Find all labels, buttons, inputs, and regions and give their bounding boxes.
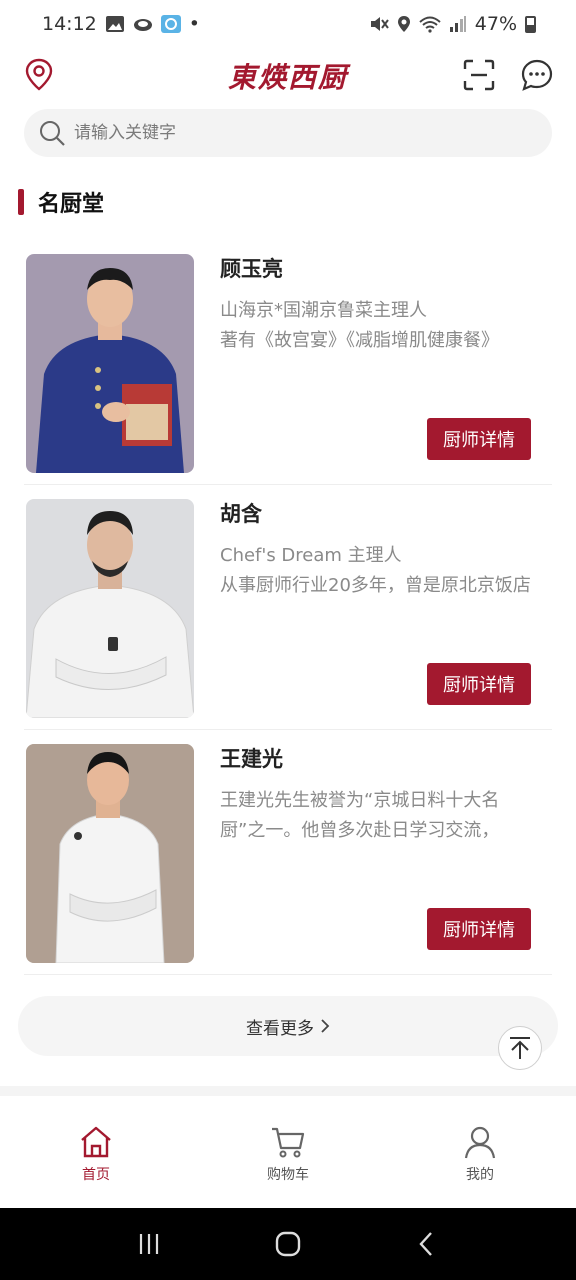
chevron-right-icon <box>321 1019 330 1033</box>
recent-apps-icon[interactable] <box>133 1228 165 1260</box>
chef-info: 王建光 王建光先生被誉为“京城日料十大名厨”之一。他曾多次赴日学习交流， <box>220 744 536 846</box>
section-title: 名厨堂 <box>38 192 105 217</box>
cloud-icon <box>133 19 152 31</box>
home-button-icon[interactable] <box>272 1228 304 1260</box>
arrow-up-icon <box>510 1037 530 1059</box>
nav-home[interactable]: 首页 <box>0 1096 192 1208</box>
status-bar: 14:12 • 47% <box>0 0 576 48</box>
chef-description: 著有《故宫宴》《减脂增肌健康餐》 <box>220 330 499 351</box>
chef-card[interactable]: 顾玉亮 山海京*国潮京鲁菜主理人 著有《故宫宴》《减脂增肌健康餐》 厨师详情 <box>24 240 552 485</box>
chef-name: 王建光 <box>220 747 283 771</box>
status-time: 14:12 <box>42 13 97 35</box>
section-header: 名厨堂 <box>18 186 104 218</box>
back-to-top-button[interactable] <box>498 1026 542 1070</box>
chef-name: 顾玉亮 <box>220 257 283 281</box>
chef-detail-button[interactable]: 厨师详情 <box>427 418 531 460</box>
gallery-icon <box>105 16 124 32</box>
chef-photo[interactable] <box>26 744 194 963</box>
chef-card[interactable]: 胡含 Chef's Dream 主理人 从事厨师行业20多年，曾是原北京饭店 厨… <box>24 485 552 730</box>
app-header: 東煐西厨 <box>0 52 576 98</box>
chef-info: 顾玉亮 山海京*国潮京鲁菜主理人 著有《故宫宴》《减脂增肌健康餐》 <box>220 254 536 356</box>
signal-icon <box>449 16 466 32</box>
section-accent-bar <box>18 189 24 215</box>
bottom-nav: 首页 购物车 我的 <box>0 1096 576 1208</box>
nav-profile[interactable]: 我的 <box>384 1096 576 1208</box>
chef-description: 王建光先生被誉为“京城日料十大名厨”之一。他曾多次赴日学习交流， <box>220 790 500 841</box>
divider <box>0 1086 576 1096</box>
location-icon <box>397 16 410 32</box>
nav-profile-label: 我的 <box>466 1167 494 1183</box>
chef-detail-button[interactable]: 厨师详情 <box>427 663 531 705</box>
search-icon <box>40 121 65 146</box>
nav-cart[interactable]: 购物车 <box>192 1096 384 1208</box>
app-icon <box>160 15 181 33</box>
message-icon[interactable] <box>520 58 554 92</box>
chef-photo[interactable] <box>26 254 194 473</box>
home-icon <box>81 1126 111 1158</box>
search-bar[interactable] <box>24 109 552 157</box>
chef-detail-button[interactable]: 厨师详情 <box>427 908 531 950</box>
chef-photo[interactable] <box>26 499 194 718</box>
chef-info: 胡含 Chef's Dream 主理人 从事厨师行业20多年，曾是原北京饭店 <box>220 499 536 601</box>
chef-name: 胡含 <box>220 502 262 526</box>
back-icon[interactable] <box>411 1228 443 1260</box>
wifi-icon <box>419 16 441 33</box>
chef-title: 山海京*国潮京鲁菜主理人 <box>220 300 427 321</box>
user-icon <box>464 1126 496 1159</box>
cart-icon <box>272 1127 305 1158</box>
system-nav-bar <box>0 1208 576 1280</box>
scan-icon[interactable] <box>462 58 496 92</box>
view-more-button[interactable]: 查看更多 <box>18 996 558 1056</box>
chef-card[interactable]: 王建光 王建光先生被誉为“京城日料十大名厨”之一。他曾多次赴日学习交流， 厨师详… <box>24 730 552 975</box>
chef-description: 从事厨师行业20多年，曾是原北京饭店 <box>220 575 531 596</box>
nav-home-label: 首页 <box>82 1167 110 1183</box>
search-input[interactable] <box>74 123 494 143</box>
status-dot: • <box>188 13 200 35</box>
view-more-label: 查看更多 <box>246 1018 314 1039</box>
chef-list: 顾玉亮 山海京*国潮京鲁菜主理人 著有《故宫宴》《减脂增肌健康餐》 厨师详情 胡… <box>24 240 552 975</box>
mute-icon <box>370 17 389 31</box>
chef-title: Chef's Dream 主理人 <box>220 545 402 566</box>
battery-percent: 47% <box>474 13 517 35</box>
nav-cart-label: 购物车 <box>267 1167 309 1183</box>
battery-icon <box>525 15 536 33</box>
